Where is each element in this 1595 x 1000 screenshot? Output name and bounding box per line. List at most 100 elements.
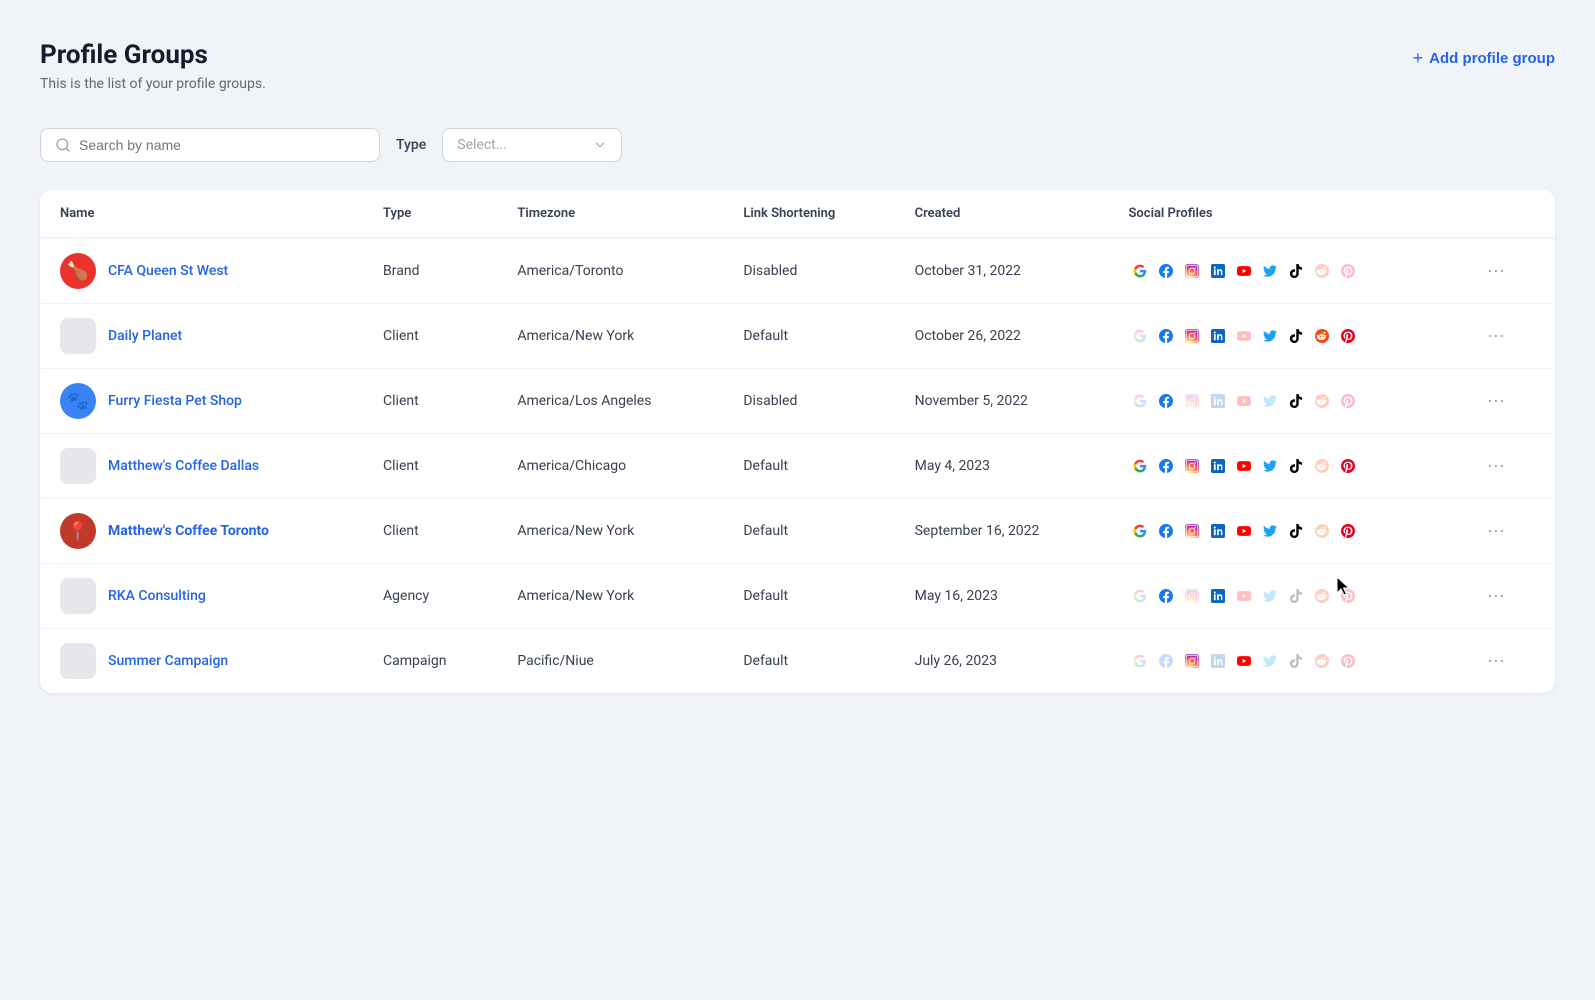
cell-social bbox=[1109, 499, 1459, 564]
facebook-icon bbox=[1155, 520, 1177, 542]
cell-name: 🍗 CFA Queen St West bbox=[40, 238, 363, 304]
cell-social bbox=[1109, 564, 1459, 629]
profile-group-link[interactable]: CFA Queen St West bbox=[108, 263, 228, 279]
profile-group-link[interactable]: Summer Campaign bbox=[108, 653, 228, 669]
title-section: Profile Groups This is the list of your … bbox=[40, 40, 266, 92]
reddit-icon bbox=[1311, 390, 1333, 412]
cell-created: May 4, 2023 bbox=[895, 434, 1109, 499]
reddit-icon bbox=[1311, 455, 1333, 477]
cell-social bbox=[1109, 238, 1459, 304]
avatar bbox=[60, 448, 96, 484]
cell-name: Matthew's Coffee Dallas bbox=[40, 434, 363, 499]
reddit-icon bbox=[1311, 260, 1333, 282]
avatar bbox=[60, 578, 96, 614]
cell-social bbox=[1109, 434, 1459, 499]
instagram-icon bbox=[1181, 260, 1203, 282]
add-profile-group-button[interactable]: + Add profile group bbox=[1413, 40, 1555, 77]
more-actions-button[interactable]: ⋯ bbox=[1479, 387, 1513, 416]
cell-timezone: America/New York bbox=[497, 564, 723, 629]
cell-link-shortening: Default bbox=[723, 629, 894, 694]
tiktok-icon bbox=[1285, 650, 1307, 672]
twitter-icon bbox=[1259, 520, 1281, 542]
more-actions-button[interactable]: ⋯ bbox=[1479, 517, 1513, 546]
type-select[interactable]: Select... bbox=[442, 128, 622, 162]
table-row: 📍 Matthew's Coffee Toronto Client Americ… bbox=[40, 499, 1555, 564]
table-body: 🍗 CFA Queen St West Brand America/Toront… bbox=[40, 238, 1555, 693]
reddit-icon bbox=[1311, 520, 1333, 542]
page-subtitle: This is the list of your profile groups. bbox=[40, 76, 266, 92]
instagram-icon bbox=[1181, 455, 1203, 477]
cell-actions: ⋯ bbox=[1459, 629, 1555, 694]
pinterest-icon bbox=[1337, 390, 1359, 412]
tiktok-icon bbox=[1285, 520, 1307, 542]
cell-link-shortening: Default bbox=[723, 434, 894, 499]
pinterest-icon bbox=[1337, 650, 1359, 672]
profile-group-link[interactable]: Furry Fiesta Pet Shop bbox=[108, 393, 242, 409]
linkedin-icon bbox=[1207, 650, 1229, 672]
cell-timezone: Pacific/Niue bbox=[497, 629, 723, 694]
more-actions-button[interactable]: ⋯ bbox=[1479, 452, 1513, 481]
filters-bar: Type Select... bbox=[40, 128, 1555, 162]
profile-group-link[interactable]: Daily Planet bbox=[108, 328, 182, 344]
page-header: Profile Groups This is the list of your … bbox=[40, 40, 1555, 92]
more-actions-button[interactable]: ⋯ bbox=[1479, 322, 1513, 351]
linkedin-icon bbox=[1207, 260, 1229, 282]
youtube-icon bbox=[1233, 520, 1255, 542]
add-profile-group-label: Add profile group bbox=[1429, 50, 1555, 67]
cell-link-shortening: Disabled bbox=[723, 369, 894, 434]
profile-group-link[interactable]: RKA Consulting bbox=[108, 588, 206, 604]
search-icon bbox=[55, 137, 71, 153]
pinterest-icon bbox=[1337, 455, 1359, 477]
cell-actions: ⋯ bbox=[1459, 238, 1555, 304]
col-type: Type bbox=[363, 190, 497, 238]
table-row: 🍗 CFA Queen St West Brand America/Toront… bbox=[40, 238, 1555, 304]
cell-type: Brand bbox=[363, 238, 497, 304]
cell-link-shortening: Default bbox=[723, 304, 894, 369]
profile-groups-table: Name Type Timezone Link Shortening Creat… bbox=[40, 190, 1555, 693]
avatar bbox=[60, 643, 96, 679]
more-actions-button[interactable]: ⋯ bbox=[1479, 647, 1513, 676]
youtube-icon bbox=[1233, 325, 1255, 347]
more-actions-button[interactable]: ⋯ bbox=[1479, 257, 1513, 286]
cell-social bbox=[1109, 629, 1459, 694]
table-row: Summer Campaign Campaign Pacific/Niue De… bbox=[40, 629, 1555, 694]
cell-created: July 26, 2023 bbox=[895, 629, 1109, 694]
table-row: 🐾 Furry Fiesta Pet Shop Client America/L… bbox=[40, 369, 1555, 434]
twitter-icon bbox=[1259, 325, 1281, 347]
instagram-icon bbox=[1181, 390, 1203, 412]
linkedin-icon bbox=[1207, 325, 1229, 347]
google-icon bbox=[1129, 325, 1151, 347]
cell-actions: ⋯ bbox=[1459, 499, 1555, 564]
instagram-icon bbox=[1181, 585, 1203, 607]
profile-group-link[interactable]: Matthew's Coffee Toronto bbox=[108, 523, 269, 539]
cell-type: Client bbox=[363, 434, 497, 499]
google-icon bbox=[1129, 455, 1151, 477]
linkedin-icon bbox=[1207, 520, 1229, 542]
reddit-icon bbox=[1311, 650, 1333, 672]
instagram-icon bbox=[1181, 520, 1203, 542]
cell-type: Client bbox=[363, 499, 497, 564]
cell-type: Agency bbox=[363, 564, 497, 629]
cell-name: Summer Campaign bbox=[40, 629, 363, 694]
search-box bbox=[40, 128, 380, 162]
facebook-icon bbox=[1155, 585, 1177, 607]
avatar: 📍 bbox=[60, 513, 96, 549]
profile-group-link[interactable]: Matthew's Coffee Dallas bbox=[108, 458, 259, 474]
cell-link-shortening: Disabled bbox=[723, 238, 894, 304]
google-icon bbox=[1129, 650, 1151, 672]
table-row: Matthew's Coffee Dallas Client America/C… bbox=[40, 434, 1555, 499]
cell-name: RKA Consulting bbox=[40, 564, 363, 629]
reddit-icon bbox=[1311, 325, 1333, 347]
instagram-icon bbox=[1181, 325, 1203, 347]
profile-groups-table-container: Name Type Timezone Link Shortening Creat… bbox=[40, 190, 1555, 693]
type-select-value: Select... bbox=[457, 137, 507, 153]
search-input[interactable] bbox=[79, 137, 365, 153]
youtube-icon bbox=[1233, 455, 1255, 477]
google-icon bbox=[1129, 520, 1151, 542]
more-actions-button[interactable]: ⋯ bbox=[1479, 582, 1513, 611]
table-row: Daily Planet Client America/New York Def… bbox=[40, 304, 1555, 369]
cell-timezone: America/Los Angeles bbox=[497, 369, 723, 434]
pinterest-icon bbox=[1337, 325, 1359, 347]
cell-name: Daily Planet bbox=[40, 304, 363, 369]
twitter-icon bbox=[1259, 260, 1281, 282]
